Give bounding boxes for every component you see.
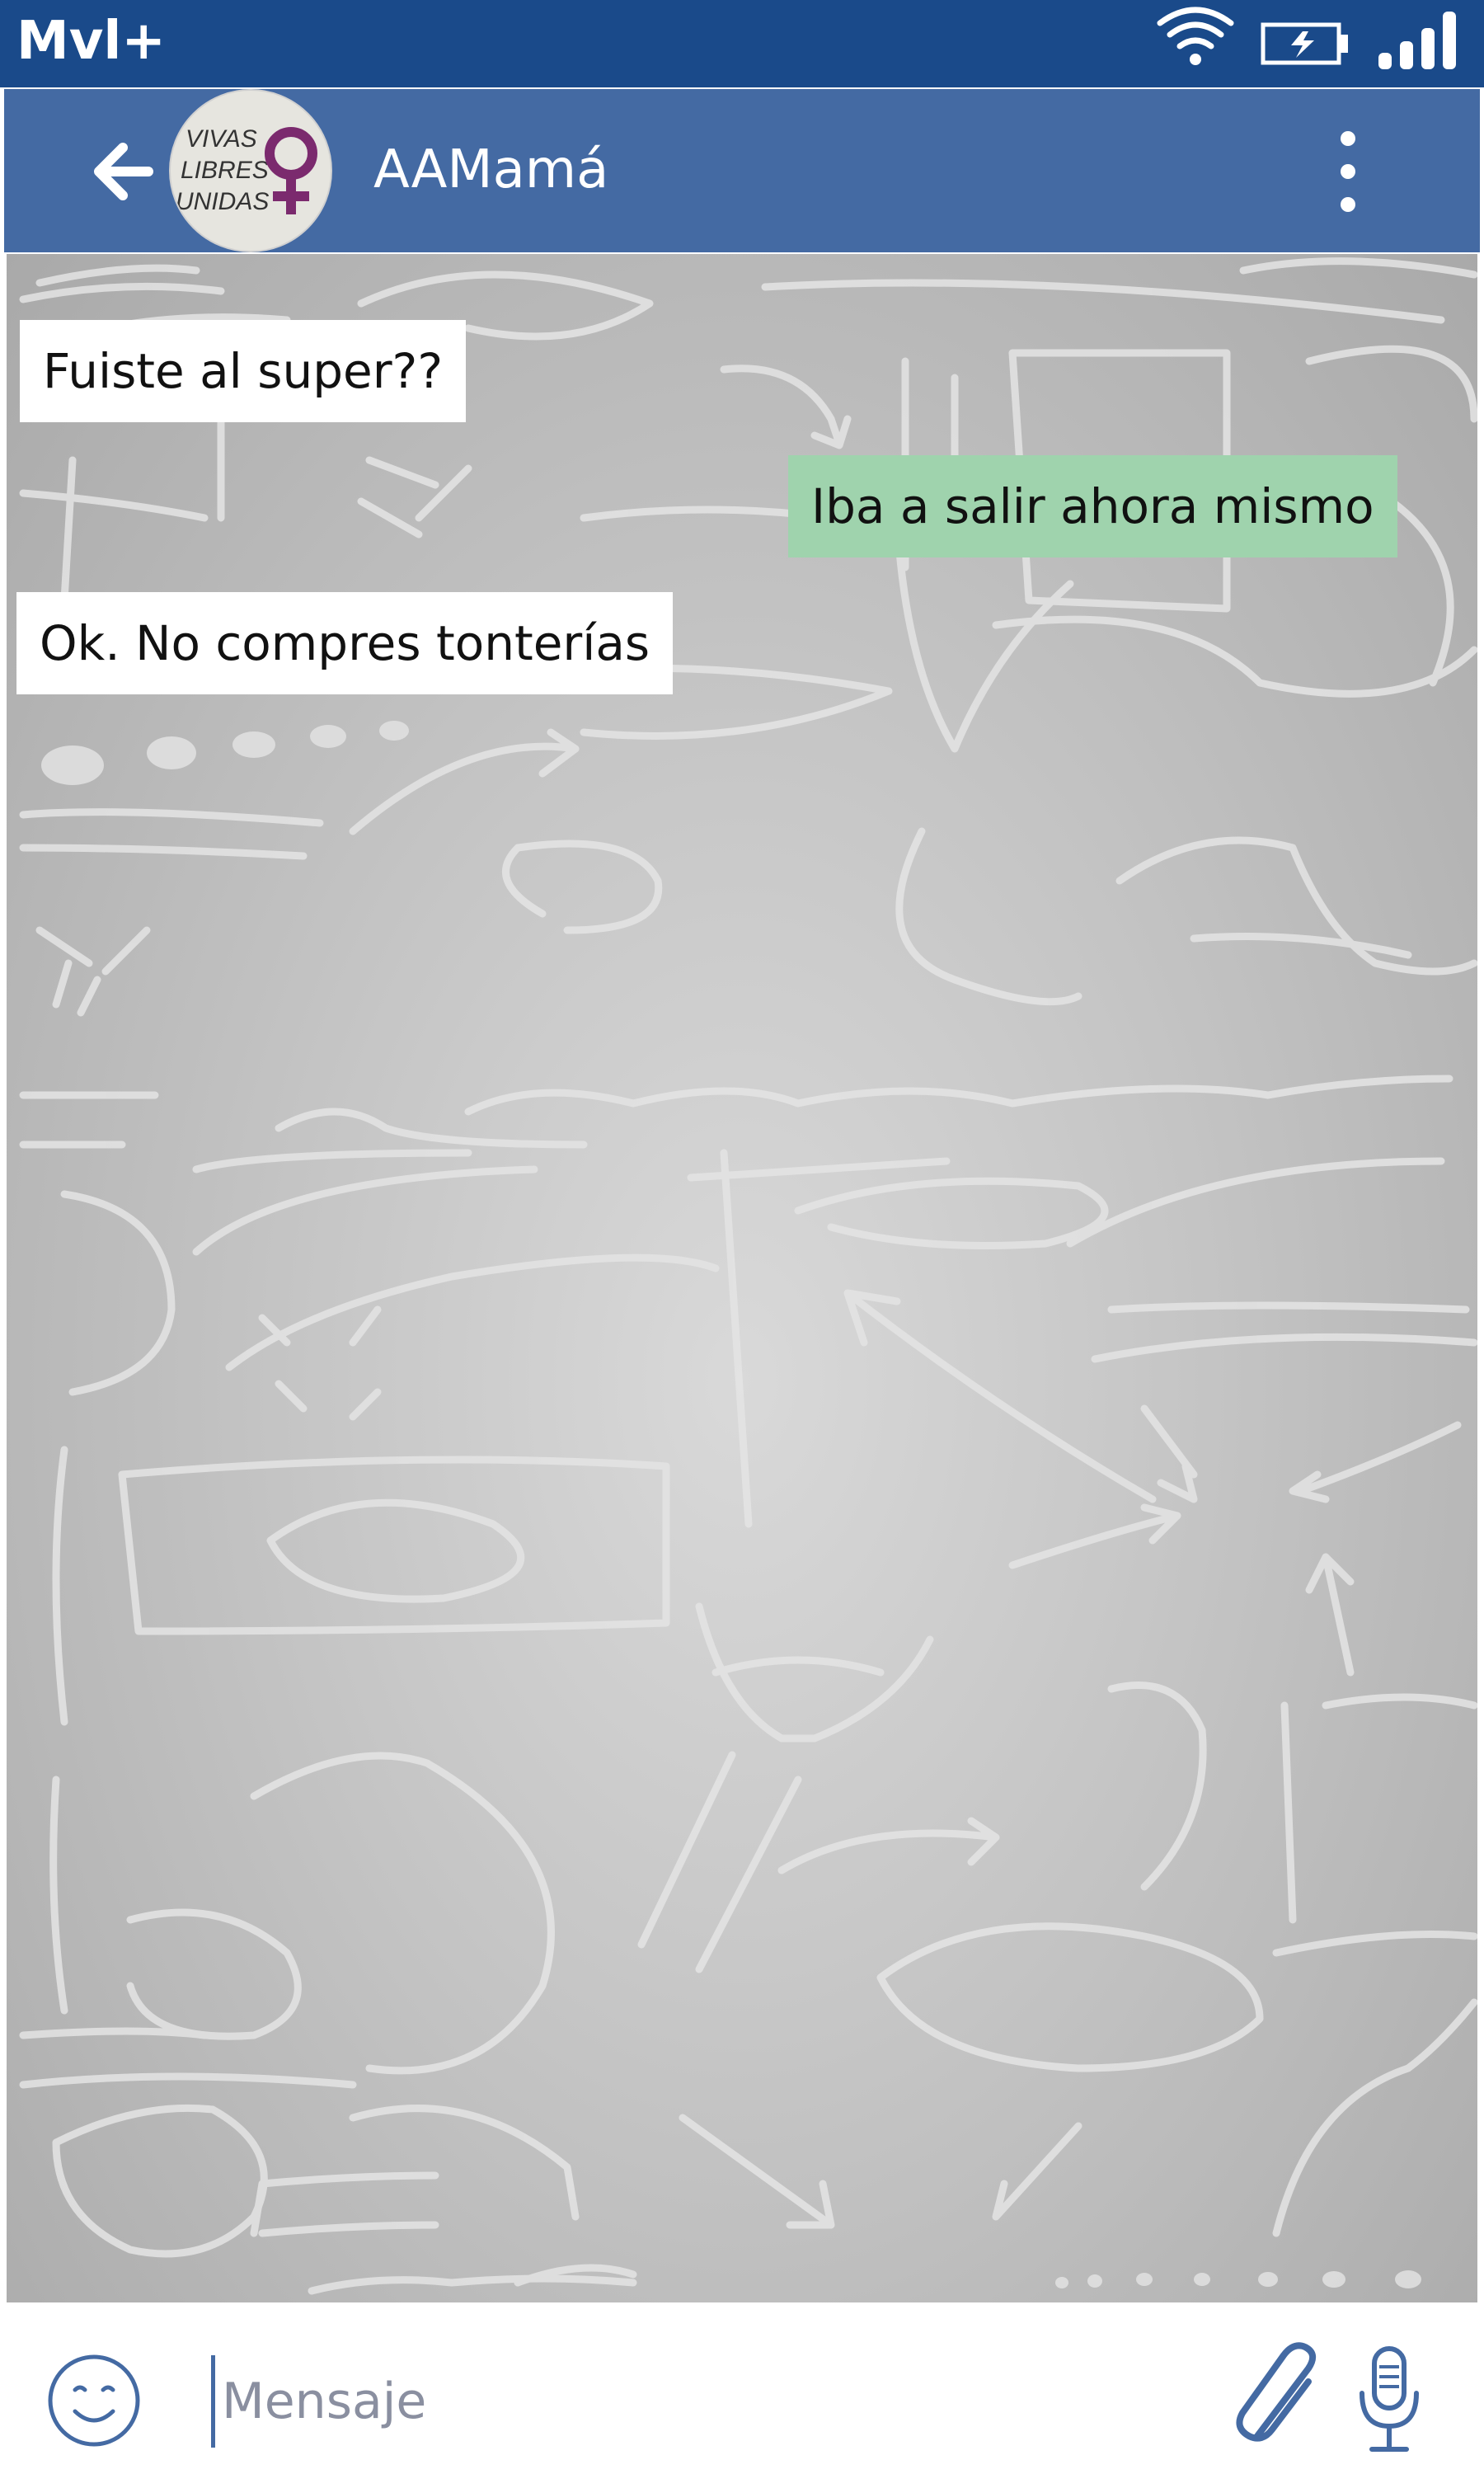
status-bar: Mvl+ xyxy=(0,0,1484,87)
wifi-icon xyxy=(1157,7,1234,65)
smiley-icon[interactable] xyxy=(45,2352,143,2449)
avatar[interactable]: VIVAS LIBRES UNIDAS xyxy=(169,89,332,252)
message-incoming[interactable]: Fuiste al super?? xyxy=(20,320,467,422)
doodle-dots xyxy=(41,721,1421,2288)
avatar-logo: VIVAS LIBRES UNIDAS xyxy=(176,125,317,215)
avatar-text-3: UNIDAS xyxy=(176,188,269,215)
arrow-left-icon[interactable] xyxy=(87,134,161,209)
microphone-icon[interactable] xyxy=(1352,2339,1426,2462)
chat-title[interactable]: AAMamá xyxy=(373,129,608,211)
avatar-text-1: VIVAS xyxy=(186,125,257,153)
status-icons xyxy=(1157,7,1456,69)
message-outgoing[interactable]: Iba a salir ahora mismo xyxy=(788,455,1397,557)
message-incoming[interactable]: Ok. No compres tonterías xyxy=(16,592,674,694)
signal-icon xyxy=(1378,12,1456,69)
female-symbol-icon xyxy=(265,127,317,214)
chat-header: VIVAS LIBRES UNIDAS AAMamá xyxy=(4,89,1480,252)
battery-charging-icon xyxy=(1261,22,1348,65)
doodle-background xyxy=(19,257,1477,2295)
paperclip-icon[interactable] xyxy=(1233,2337,1331,2461)
more-vertical-icon[interactable] xyxy=(1323,122,1373,221)
avatar-text-2: LIBRES xyxy=(181,157,269,184)
carrier-label: Mvl+ xyxy=(16,11,166,72)
message-input[interactable] xyxy=(211,2355,1213,2448)
chat-area[interactable]: Fuiste al super?? Iba a salir ahora mism… xyxy=(7,254,1477,2302)
message-composer xyxy=(0,2306,1484,2474)
